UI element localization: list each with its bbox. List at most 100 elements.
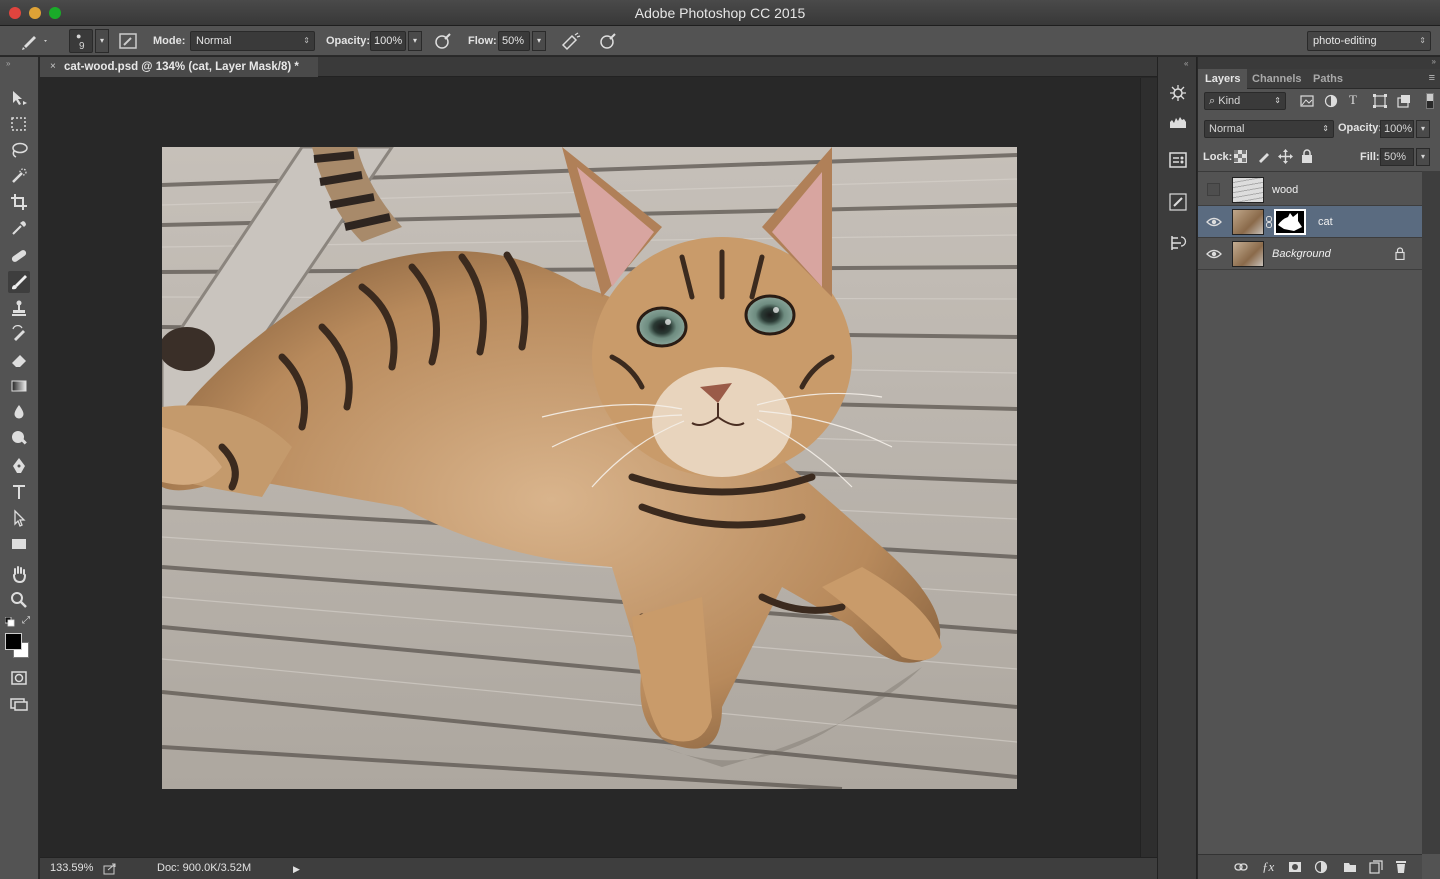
tab-layers[interactable]: Layers	[1198, 69, 1248, 89]
eye-icon[interactable]	[1206, 246, 1222, 262]
default-colors-icon[interactable]	[4, 616, 15, 630]
quick-select-tool[interactable]	[8, 165, 30, 187]
pen-tool[interactable]	[8, 455, 30, 477]
layer-row-background[interactable]: Background	[1198, 238, 1422, 270]
flow-input[interactable]: 50%	[498, 31, 530, 51]
eye-icon[interactable]	[1206, 214, 1222, 230]
new-group-icon[interactable]	[1343, 860, 1357, 873]
quick-mask-icon	[11, 671, 27, 685]
trash-icon[interactable]	[1395, 859, 1407, 874]
expand-panels-icon[interactable]: »	[1432, 57, 1436, 66]
chevron-down-icon[interactable]: ▾	[95, 29, 109, 53]
lock-pixels-button[interactable]	[1256, 150, 1270, 167]
new-layer-icon[interactable]	[1369, 860, 1383, 874]
layer-row-wood[interactable]: wood	[1198, 174, 1422, 206]
zoom-tool[interactable]	[8, 589, 30, 611]
clone-stamp-tool[interactable]	[8, 297, 30, 319]
layer-filter-select[interactable]: ⌕ Kind ⇕	[1204, 92, 1286, 110]
clone-stamp-icon	[12, 300, 26, 316]
status-menu-icon[interactable]: ▶	[293, 859, 300, 879]
brush-tool[interactable]	[8, 271, 30, 293]
rectangle-tool[interactable]	[8, 533, 30, 555]
opacity-input[interactable]: 100%	[370, 31, 406, 51]
blend-mode-select[interactable]: Normal ⇕	[1204, 120, 1334, 138]
pressure-opacity-button[interactable]	[433, 26, 453, 56]
hand-tool[interactable]	[8, 563, 30, 585]
opacity-dropdown[interactable]: ▾	[408, 31, 422, 51]
tab-paths[interactable]: Paths	[1306, 69, 1350, 89]
workspace-select[interactable]: photo-editing ⇕	[1307, 31, 1431, 51]
brush-panel-button[interactable]	[1167, 191, 1189, 213]
vertical-scrollbar[interactable]	[1140, 78, 1157, 857]
fx-icon[interactable]: ƒx	[1262, 859, 1274, 875]
tab-channels[interactable]: Channels	[1245, 69, 1309, 89]
add-mask-icon[interactable]	[1288, 860, 1302, 874]
histogram-panel-button[interactable]	[1167, 110, 1189, 132]
layer-opacity-dropdown[interactable]: ▾	[1416, 120, 1430, 138]
lock-all-button[interactable]	[1301, 149, 1313, 166]
type-tool[interactable]	[8, 481, 30, 503]
collapse-tools-icon[interactable]: »	[6, 59, 10, 68]
history-brush-tool[interactable]	[8, 323, 30, 345]
properties-panel-button[interactable]	[1167, 149, 1189, 171]
quick-mask-button[interactable]	[8, 667, 30, 689]
panel-menu-icon[interactable]: ≡	[1429, 72, 1435, 84]
layer-row-cat[interactable]: cat	[1198, 206, 1422, 238]
marquee-tool[interactable]	[8, 113, 30, 135]
gradient-tool[interactable]	[8, 375, 30, 397]
document-canvas[interactable]	[162, 147, 1017, 789]
screen-mode-button[interactable]	[8, 693, 30, 715]
lasso-tool[interactable]	[8, 139, 30, 161]
type-filter-icon[interactable]: T	[1349, 92, 1357, 108]
crop-tool[interactable]	[8, 191, 30, 213]
type-icon	[13, 485, 25, 499]
brush-size-picker[interactable]: ● 9 ▾	[69, 26, 109, 56]
filter-smart-object-button[interactable]	[1397, 94, 1411, 111]
lock-transparent-button[interactable]	[1234, 150, 1247, 166]
filter-adjustment-button[interactable]	[1324, 94, 1338, 111]
swap-colors-icon[interactable]: ⤢	[22, 615, 30, 626]
flow-dropdown[interactable]: ▾	[532, 31, 546, 51]
adjustments-panel-button[interactable]	[1167, 82, 1189, 104]
share-icon[interactable]	[103, 862, 117, 879]
fill-dropdown[interactable]: ▾	[1416, 148, 1430, 166]
fill-input[interactable]: 50%	[1380, 148, 1414, 166]
foreground-color-swatch[interactable]	[5, 633, 22, 650]
airbrush-button[interactable]	[560, 26, 582, 56]
healing-tool[interactable]	[8, 245, 30, 267]
layer-name[interactable]: wood	[1272, 174, 1298, 206]
dodge-tool[interactable]	[8, 427, 30, 449]
pressure-size-button[interactable]	[598, 26, 618, 56]
mode-select[interactable]: Normal ⇕	[190, 31, 315, 51]
layers-scrollbar[interactable]	[1422, 171, 1440, 854]
brush-dot-icon: ●	[76, 31, 82, 41]
move-tool[interactable]	[8, 87, 30, 109]
blur-tool[interactable]	[8, 401, 30, 423]
history-panel-button[interactable]	[1167, 232, 1189, 254]
marquee-icon	[11, 117, 26, 131]
layer-name[interactable]: Background	[1272, 238, 1331, 270]
path-select-tool[interactable]	[8, 507, 30, 529]
filter-shape-button[interactable]	[1373, 94, 1387, 111]
lock-position-button[interactable]	[1278, 149, 1293, 167]
collapse-dock-icon[interactable]: «	[1184, 59, 1188, 68]
minimize-window-button[interactable]	[29, 7, 41, 19]
document-tab[interactable]: × cat-wood.psd @ 134% (cat, Layer Mask/8…	[40, 57, 318, 77]
brush-panel-toggle[interactable]	[118, 26, 138, 56]
layer-opacity-input[interactable]: 100%	[1380, 120, 1414, 138]
new-adjustment-icon[interactable]	[1314, 860, 1328, 874]
filter-pixel-button[interactable]	[1300, 94, 1314, 111]
eyedropper-tool[interactable]	[8, 217, 30, 239]
visibility-toggle-hidden[interactable]	[1207, 183, 1220, 196]
chain-link-icon[interactable]	[1266, 216, 1272, 228]
filter-toggle-switch[interactable]	[1426, 93, 1434, 109]
layer-name[interactable]: cat	[1318, 206, 1333, 238]
eraser-tool[interactable]	[8, 349, 30, 371]
tool-preset-picker[interactable]	[20, 26, 50, 56]
layer-mask-thumbnail[interactable]	[1274, 209, 1306, 235]
zoom-window-button[interactable]	[49, 7, 61, 19]
zoom-level[interactable]: 133.59%	[50, 858, 93, 878]
link-layers-icon[interactable]	[1234, 861, 1248, 873]
close-window-button[interactable]	[9, 7, 21, 19]
close-tab-icon[interactable]: ×	[50, 57, 56, 77]
